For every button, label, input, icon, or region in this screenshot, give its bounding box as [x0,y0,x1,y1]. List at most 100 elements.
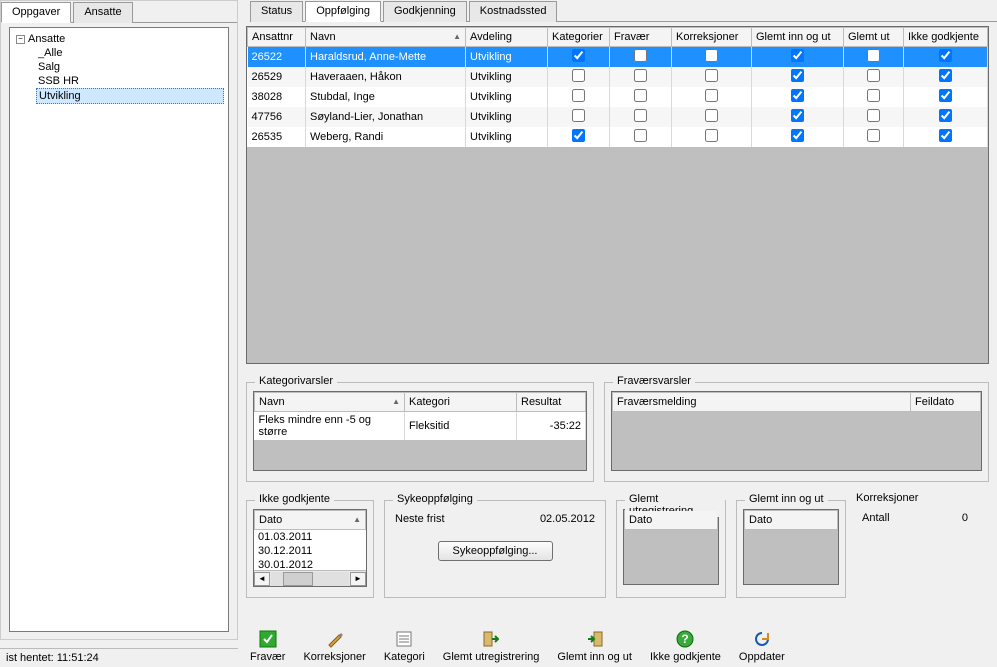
tool-ikke-godkjente[interactable]: ? Ikke godkjente [646,627,725,665]
tab-godkjenning[interactable]: Godkjenning [383,1,467,22]
fravaersvarsler-grid[interactable]: Fraværsmelding Feildato [611,391,982,471]
col-glemt-ut[interactable]: Glemt ut [844,28,904,47]
tab-kostnadssted[interactable]: Kostnadssted [469,1,558,22]
table-row[interactable]: Fleks mindre enn -5 og størreFleksitid-3… [255,412,586,441]
tree-root-label: Ansatte [28,33,65,45]
tree-item[interactable]: SSB HR [36,74,224,88]
grid-checkbox[interactable] [939,69,952,82]
col-glemt-inn-ut[interactable]: Glemt inn og ut [752,28,844,47]
left-tabset: Oppgaver Ansatte [1,1,237,23]
tab-status[interactable]: Status [250,1,303,22]
grid-checkbox[interactable] [572,109,585,122]
grid-checkbox[interactable] [791,109,804,122]
grid-checkbox[interactable] [634,49,647,62]
ig-col-dato[interactable]: Dato▲ [255,511,366,530]
kategorivarsler-grid[interactable]: Navn▲ Kategori Resultat Fleks mindre enn… [253,391,587,471]
group-glemt-utregistrering: Glemt utregistrering Dato [616,500,726,598]
scroll-left-icon[interactable]: ◄ [254,572,270,586]
fv-col-melding[interactable]: Fraværsmelding [613,393,911,412]
tree-item[interactable]: Utvikling [36,88,224,104]
grid-checkbox[interactable] [705,69,718,82]
employee-grid[interactable]: Ansattnr Navn▲ Avdeling Kategorier Fravæ… [246,26,989,364]
table-row[interactable]: 26522Haraldsrud, Anne-MetteUtvikling [248,47,988,68]
tree-item[interactable]: _Alle [36,46,224,60]
scroll-right-icon[interactable]: ► [350,572,366,586]
grid-checkbox[interactable] [634,89,647,102]
legend-fravaersvarsler: Fraværsvarsler [613,375,695,387]
ikke-godkjente-icon: ? [675,629,695,649]
table-row[interactable]: 26535Weberg, RandiUtvikling [248,127,988,147]
grid-checkbox[interactable] [705,109,718,122]
col-fravaer[interactable]: Fravær [610,28,672,47]
kv-col-navn[interactable]: Navn▲ [255,393,405,412]
kv-col-resultat[interactable]: Resultat [517,393,586,412]
tab-oppfolging[interactable]: Oppfølging [305,1,381,22]
tool-oppdater[interactable]: Oppdater [735,627,789,665]
sort-asc-icon: ▲ [453,32,461,41]
fv-col-feildato[interactable]: Feildato [911,393,981,412]
tree-root[interactable]: − Ansatte [14,32,224,46]
group-korreksjoner: Korreksjoner Antall 0 [856,492,974,590]
grid-checkbox[interactable] [867,49,880,62]
kv-col-kategori[interactable]: Kategori [405,393,517,412]
grid-checkbox[interactable] [939,89,952,102]
table-row[interactable]: 26529Haveraaen, HåkonUtvikling [248,67,988,87]
grid-checkbox[interactable] [939,129,952,142]
gio-col-dato[interactable]: Dato [745,511,838,530]
group-ikke-godkjente: Ikke godkjente Dato▲ 01.03.201130.12.201… [246,500,374,598]
tool-fravaer[interactable]: Fravær [246,627,289,665]
grid-checkbox[interactable] [634,109,647,122]
grid-checkbox[interactable] [791,89,804,102]
grid-checkbox[interactable] [572,69,585,82]
grid-checkbox[interactable] [572,89,585,102]
grid-checkbox[interactable] [572,129,585,142]
table-row[interactable]: 47756Søyland-Lier, JonathanUtvikling [248,107,988,127]
horizontal-scrollbar[interactable]: ◄ ► [254,570,366,586]
col-avdeling[interactable]: Avdeling [466,28,548,47]
korr-label: Antall [862,512,890,524]
left-panel: Oppgaver Ansatte − Ansatte _AlleSalgSSB … [0,0,238,640]
grid-checkbox[interactable] [572,49,585,62]
gu-col-dato[interactable]: Dato [625,511,718,530]
grid-checkbox[interactable] [791,49,804,62]
tool-kategori[interactable]: Kategori [380,627,429,665]
grid-checkbox[interactable] [867,129,880,142]
scroll-thumb[interactable] [283,572,313,586]
grid-checkbox[interactable] [705,89,718,102]
list-item[interactable]: 30.01.2012 [254,558,366,570]
grid-checkbox[interactable] [939,49,952,62]
col-ikke-godkjente[interactable]: Ikke godkjente [904,28,988,47]
tab-oppgaver[interactable]: Oppgaver [1,2,71,23]
tool-glemt-innut[interactable]: Glemt inn og ut [553,627,636,665]
ikke-godkjente-list[interactable]: Dato▲ 01.03.201130.12.201130.01.2012 ◄ ► [253,509,367,587]
tree-collapse-icon[interactable]: − [16,35,25,44]
glemt-innut-list[interactable]: Dato [743,509,839,585]
grid-checkbox[interactable] [634,129,647,142]
tab-ansatte[interactable]: Ansatte [73,2,132,23]
grid-checkbox[interactable] [791,69,804,82]
syk-value: 02.05.2012 [540,513,595,525]
grid-checkbox[interactable] [705,49,718,62]
sykeoppfolging-button[interactable]: Sykeoppfølging... [438,541,553,561]
list-item[interactable]: 30.12.2011 [254,544,366,558]
grid-checkbox[interactable] [939,109,952,122]
grid-checkbox[interactable] [705,129,718,142]
col-kategorier[interactable]: Kategorier [548,28,610,47]
table-row[interactable]: 38028Stubdal, IngeUtvikling [248,87,988,107]
tool-korreksjoner[interactable]: Korreksjoner [299,627,369,665]
tool-glemt-utreg[interactable]: Glemt utregistrering [439,627,544,665]
grid-checkbox[interactable] [634,69,647,82]
col-korreksjoner[interactable]: Korreksjoner [672,28,752,47]
grid-checkbox[interactable] [867,109,880,122]
col-navn[interactable]: Navn▲ [306,28,466,47]
grid-checkbox[interactable] [791,129,804,142]
list-item[interactable]: 01.03.2011 [254,530,366,544]
glemt-utreg-list[interactable]: Dato [623,509,719,585]
tree-view[interactable]: − Ansatte _AlleSalgSSB HRUtvikling [9,27,229,632]
col-ansattnr[interactable]: Ansattnr [248,28,306,47]
grid-checkbox[interactable] [867,89,880,102]
grid-checkbox[interactable] [867,69,880,82]
tree-item[interactable]: Salg [36,60,224,74]
group-kategorivarsler: Kategorivarsler Navn▲ Kategori Resultat … [246,382,594,482]
tool-oppdater-label: Oppdater [739,651,785,663]
